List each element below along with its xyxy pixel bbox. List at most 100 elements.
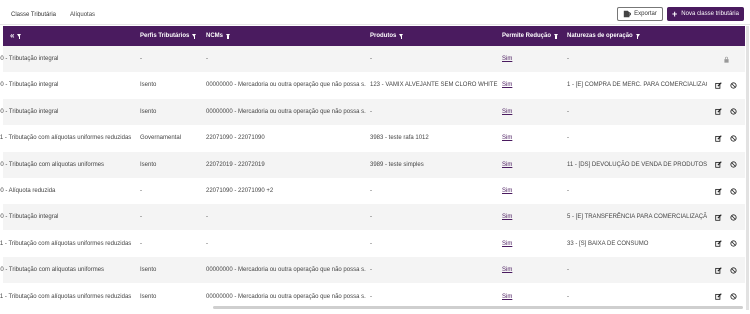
plus-icon: + [672,8,678,19]
cell-permite[interactable]: Sim [502,204,542,230]
cell-produtos: 3983 - teste rafa 1012 [370,135,429,142]
cell-classe: 11 - Tributação com alíquotas uniformes … [0,240,132,247]
filter-icon[interactable] [399,33,404,39]
cell-ncms: 22071090 - 22071090 +2 [206,188,274,194]
edit-icon[interactable] [714,161,722,169]
cell-produtos: - [370,108,372,115]
filter-icon[interactable] [554,33,559,39]
cell-naturezas: - [567,267,569,274]
export-label: Exportar [634,11,657,17]
cell-classe: 00 - Tributação integral [0,108,59,115]
cell-ncms: 00000000 - Mercadoria ou outra operação … [206,267,366,274]
cell-naturezas: - [567,188,569,194]
table-row[interactable]: 00 - Alíquota reduzida - 22071090 - 220710… [0,178,745,204]
cell-perfis: - [140,240,142,247]
cell-ncms: 00000000 - Mercadoria ou outra operação … [206,82,366,89]
block-icon[interactable] [729,240,737,248]
cell-perfis: - [140,188,142,194]
column-header-produtos[interactable]: Produtos [370,26,404,46]
table-row[interactable]: 00 - Tributação integral - - - Sim - [0,46,745,72]
cell-ncms: - [206,240,208,247]
cell-permite[interactable]: Sim [502,99,542,125]
cell-naturezas: 11 - [DS] DEVOLUÇÃO DE VENDA DE PRODUTOS [567,161,707,168]
cell-permite[interactable]: Sim [502,231,542,257]
cell-produtos: 3989 - teste simples [370,161,424,168]
cell-naturezas: 1 - [E] COMPRA DE MERC. PARA COMERCIALIZ… [567,82,707,89]
cell-produtos: - [370,56,372,62]
edit-icon[interactable] [714,240,722,248]
cell-classe: 00 - Tributação integral [0,214,59,221]
edit-icon[interactable] [714,187,722,195]
block-icon[interactable] [729,134,737,142]
block-icon[interactable] [729,161,737,169]
filter-icon[interactable] [17,33,22,39]
cell-perfis: Governamental [140,135,182,142]
cell-produtos: 123 - VAMIX ALVEJANTE SEM CLORO WHITE 5L [370,82,498,89]
filter-icon[interactable] [226,33,231,39]
cell-permite[interactable]: Sim [502,178,542,204]
table-row[interactable]: 00 - Tributação integral Isento 00000000 -… [0,98,745,125]
cell-produtos: - [370,188,372,194]
cell-classe: 11 - Tributação com alíquotas uniformes … [0,135,132,142]
block-icon[interactable] [729,81,737,89]
table-row[interactable]: 11 - Tributação com alíquotas uniformes … [0,231,745,257]
edit-icon[interactable] [714,213,722,221]
cell-perfis: - [140,56,142,62]
cell-produtos: - [370,214,372,221]
cell-ncms: - [206,56,208,62]
column-header-perfis[interactable]: Perfis Tributários [140,26,197,46]
column-header-naturezas[interactable]: Naturezas de operação [567,26,640,46]
cell-naturezas: 5 - [E] TRANSFERÊNCIA PARA COMERCIALIZAÇ… [567,214,707,221]
collapse-filter-header[interactable]: « [10,26,22,46]
export-button[interactable]: Exportar [617,7,663,21]
block-icon[interactable] [729,293,737,301]
cell-permite[interactable]: Sim [502,72,542,98]
cell-ncms: - [206,214,208,221]
block-icon[interactable] [729,108,737,116]
column-label-produtos: Produtos [370,33,397,39]
cell-ncms: 22071090 - 22071090 [206,135,265,142]
cell-classe: 00 - Tributação integral [0,82,59,89]
cell-permite[interactable]: Sim [502,257,542,283]
cell-perfis: Isento [140,161,157,168]
collapse-icon[interactable]: « [10,26,14,46]
cell-ncms: 22072019 - 22072019 [206,161,265,168]
edit-icon[interactable] [714,108,722,116]
cell-classe: 10 - Tributação com alíquotas uniformes [0,161,105,168]
filter-icon[interactable] [192,33,197,39]
edit-icon[interactable] [714,266,722,274]
new-classe-button[interactable]: + Nova classe tributária [667,7,744,21]
filter-icon[interactable] [635,33,640,39]
cell-classe: 00 - Tributação integral [0,56,59,62]
cell-permite[interactable]: Sim [502,46,542,72]
cell-permite[interactable]: Sim [502,125,542,151]
column-header-permite[interactable]: Permite Redução [502,26,559,46]
tab-aliquotas[interactable]: Alíquotas [63,6,102,24]
block-icon[interactable] [729,213,737,221]
cell-permite[interactable]: Sim [502,152,542,178]
block-icon[interactable] [729,187,737,195]
edit-icon[interactable] [714,81,722,89]
horizontal-scrollbar[interactable] [213,306,743,309]
table-row[interactable]: 11 - Tributação com alíquotas uniformes … [0,125,745,151]
table-row[interactable]: 10 - Tributação com alíquotas uniformes I… [0,257,745,284]
table-row[interactable]: 00 - Tributação integral Isento 00000000 -… [0,72,745,98]
tab-bar: Classe Tributária Alíquotas [4,6,102,25]
tab-classe-tributaria[interactable]: Classe Tributária [4,6,64,25]
edit-icon[interactable] [714,134,722,142]
lock-icon [722,55,730,63]
cell-perfis: Isento [140,82,157,89]
cell-perfis: - [140,214,142,221]
column-header-ncms[interactable]: NCMs [206,26,231,46]
table-row[interactable]: 10 - Tributação com alíquotas uniformes I… [0,151,745,178]
table-row[interactable]: 00 - Tributação integral - - - Sim 5 - [E] TR… [0,204,745,231]
column-label-perfis: Perfis Tributários [140,33,190,39]
table-header: « Perfis Tributários NCMs Produtos Permi… [3,26,745,46]
block-icon[interactable] [729,266,737,274]
column-label-permite: Permite Redução [502,33,552,39]
cell-naturezas: - [567,56,569,62]
cell-perfis: Isento [140,293,157,300]
cell-produtos: - [370,240,372,247]
edit-icon[interactable] [714,293,722,301]
vertical-scrollbar[interactable] [746,26,749,310]
